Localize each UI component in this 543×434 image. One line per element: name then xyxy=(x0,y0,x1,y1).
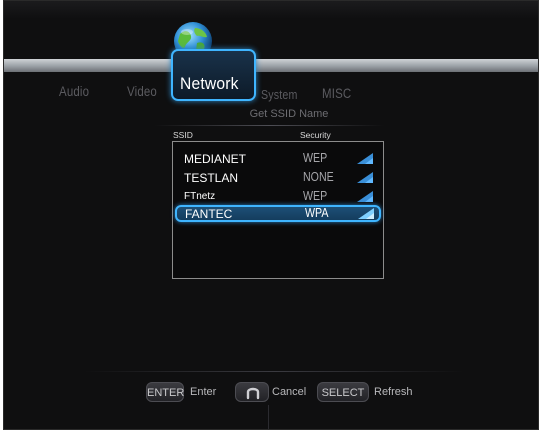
ssid-name: TESTLAN xyxy=(184,171,239,185)
tab-row: Audio Video Network System MISC xyxy=(4,49,538,105)
refresh-label: Refresh xyxy=(374,386,413,398)
security-type: NONE xyxy=(303,170,334,184)
column-header-ssid: SSID xyxy=(173,130,193,140)
return-key-button[interactable] xyxy=(235,382,269,402)
signal-strength-icon xyxy=(358,208,374,219)
column-header-security: Security xyxy=(300,130,331,140)
footer-divider xyxy=(84,371,464,372)
signal-strength-icon xyxy=(357,191,373,202)
tab-network[interactable]: Network xyxy=(171,49,256,101)
tab-video[interactable]: Video xyxy=(127,83,157,99)
security-type: WEP xyxy=(303,151,328,165)
tab-audio[interactable]: Audio xyxy=(59,83,89,99)
select-key-button[interactable]: SELECT xyxy=(317,382,369,402)
list-item-selected[interactable]: FANTEC WPA xyxy=(175,205,381,222)
menu-bar xyxy=(4,59,538,72)
list-item[interactable]: FTnetz WEP xyxy=(173,188,383,205)
return-icon xyxy=(246,387,260,400)
cancel-label: Cancel xyxy=(272,386,307,398)
ssid-list[interactable]: MEDIANET WEP TESTLAN NONE FTnetz WEP FAN… xyxy=(172,141,384,279)
tab-misc[interactable]: MISC xyxy=(322,85,351,101)
signal-strength-icon xyxy=(357,153,373,164)
security-type: WPA xyxy=(305,206,329,220)
screen: Audio Video Network System MISC Get SSID… xyxy=(3,0,539,430)
top-fade xyxy=(4,1,538,19)
security-type: WEP xyxy=(303,189,328,203)
tab-network-label: Network xyxy=(180,74,239,93)
bottom-divider xyxy=(268,405,269,429)
ssid-name: FTnetz xyxy=(184,191,216,202)
ssid-name: MEDIANET xyxy=(184,152,247,166)
page-subtitle: Get SSID Name xyxy=(249,108,329,120)
signal-strength-icon xyxy=(357,172,373,183)
divider xyxy=(154,125,384,126)
enter-key-button[interactable]: ENTER xyxy=(146,382,184,402)
tab-system[interactable]: System xyxy=(261,87,298,102)
enter-label: Enter xyxy=(190,386,217,398)
footer-bar: ENTER Enter Cancel SELECT Refresh xyxy=(4,382,538,406)
ssid-name: FANTEC xyxy=(185,207,233,221)
list-item[interactable]: TESTLAN NONE xyxy=(173,169,383,186)
list-item[interactable]: MEDIANET WEP xyxy=(173,150,383,167)
